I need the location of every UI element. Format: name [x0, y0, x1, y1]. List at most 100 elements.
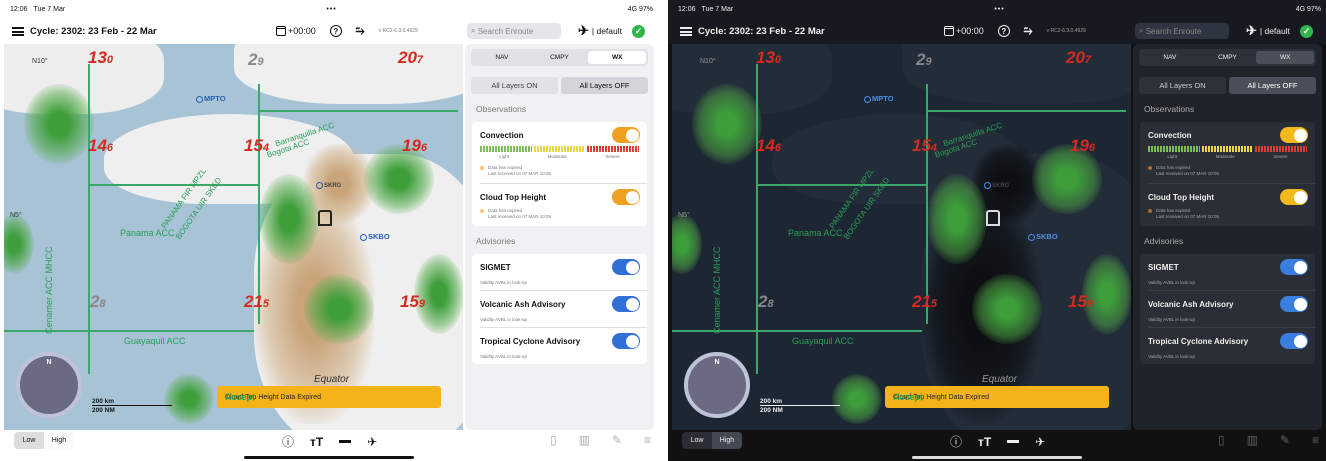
grid-mora-label: 29: [248, 50, 264, 69]
pen-icon[interactable]: ✎: [612, 433, 622, 447]
multitask-dots[interactable]: •••: [326, 6, 336, 13]
high-button[interactable]: High: [712, 432, 742, 449]
region-label: Cenamer ACC MHCC: [44, 246, 54, 334]
book-icon[interactable]: ▥: [1247, 433, 1258, 447]
airplane-mode-icon[interactable]: ✈: [1035, 435, 1045, 449]
compass-rose[interactable]: N: [684, 352, 750, 418]
convection-row: Convection Light Moderate Severe Data ha…: [1140, 122, 1315, 183]
home-indicator[interactable]: [244, 456, 414, 459]
enroute-map[interactable]: N10° N5° 130 29 207 146 154 196 28 215 1…: [672, 44, 1131, 430]
layers-icon[interactable]: ≡: [1312, 433, 1319, 447]
tab-cmpy[interactable]: CMPY: [531, 51, 589, 64]
grid-mora-label: 207: [1066, 48, 1092, 67]
airport-marker[interactable]: SKRG: [984, 182, 1009, 189]
wind-icon[interactable]: ⥲: [356, 25, 365, 38]
multitask-dots[interactable]: •••: [994, 6, 1004, 13]
time-offset-button[interactable]: +00:00: [944, 26, 984, 37]
observations-card: Convection Light Moderate Severe Data ha…: [1140, 122, 1315, 226]
airport-marker[interactable]: SKBO: [1028, 232, 1058, 241]
info-icon[interactable]: ⓘ: [282, 433, 294, 450]
tab-nav[interactable]: NAV: [473, 51, 531, 64]
grid-mora-label: 28: [758, 292, 774, 311]
info-icon[interactable]: ⓘ: [950, 433, 962, 450]
time-offset-button[interactable]: +00:00: [276, 26, 316, 37]
convection-legend: [1148, 146, 1308, 152]
expired-toast: Cloud Top Height Data Expired Accept: [885, 386, 1109, 408]
airplane-icon: ✈: [578, 23, 589, 38]
warning-dot-icon: [480, 166, 484, 170]
top-bar: Cycle: 2302: 23 Feb - 22 Mar +00:00 ? ⥲ …: [668, 18, 1326, 44]
book-icon[interactable]: ▥: [579, 433, 590, 447]
cycle-label[interactable]: Cycle: 2302: 23 Feb - 22 Mar: [30, 26, 157, 37]
profile-button[interactable]: ✈ | default: [578, 23, 622, 39]
help-icon[interactable]: ?: [329, 25, 342, 37]
pen-icon[interactable]: ✎: [1280, 433, 1290, 447]
profile-label: | default: [591, 26, 622, 36]
low-button[interactable]: Low: [14, 432, 44, 449]
grid-mora-label: 196: [1070, 136, 1096, 155]
low-high-switch: Low High: [14, 432, 74, 449]
tab-wx[interactable]: WX: [588, 51, 647, 64]
status-time: 12:06: [10, 5, 28, 13]
status-battery: 4G 97%: [627, 5, 653, 13]
status-bar: 12:06 Tue 7 Mar ••• 4G 97%: [0, 0, 663, 18]
text-size-icon[interactable]: ᴛT: [978, 435, 991, 449]
lat-label: N10°: [700, 58, 716, 65]
airport-marker[interactable]: SKRG: [316, 182, 341, 189]
airplane-mode-icon[interactable]: ✈: [367, 435, 377, 449]
wind-icon[interactable]: ⥲: [1024, 25, 1033, 38]
compass-rose[interactable]: N: [16, 352, 82, 418]
airport-marker[interactable]: SKBO: [360, 232, 390, 241]
sync-check-icon[interactable]: ✓: [1300, 24, 1313, 38]
profile-button[interactable]: ✈ | default: [1246, 23, 1290, 39]
cloud-top-toggle[interactable]: [612, 189, 640, 205]
menu-icon[interactable]: [680, 26, 692, 36]
all-layers-on-button[interactable]: All Layers ON: [1139, 77, 1226, 94]
legend-moderate: Moderate: [1215, 154, 1235, 159]
enroute-map[interactable]: N10° N5° 130 29 207 146 154 196 28 215 1…: [4, 44, 463, 430]
convection-toggle[interactable]: [1280, 127, 1308, 143]
all-layers-off-button[interactable]: All Layers OFF: [1229, 77, 1316, 94]
legend-severe: Severe: [1273, 154, 1288, 159]
all-layers-on-button[interactable]: All Layers ON: [471, 77, 558, 94]
layers-panel: NAV CMPY WX All Layers ON All Layers OFF…: [1133, 44, 1322, 430]
document-icon[interactable]: ▯: [550, 433, 557, 447]
high-button[interactable]: High: [44, 432, 74, 449]
grid-mora-label: 159: [400, 292, 426, 311]
top-bar: Cycle: 2302: 23 Feb - 22 Mar +00:00 ? ⥲ …: [0, 18, 663, 44]
search-input[interactable]: ⌕ Search Enroute: [1135, 23, 1229, 39]
map-scale: 200 km 200 NM: [92, 398, 172, 414]
layers-icon[interactable]: ≡: [644, 433, 651, 447]
help-icon[interactable]: ?: [997, 25, 1010, 37]
advisory-row-cyclone: Tropical Cyclone Advisory Validity AVBL …: [472, 328, 647, 364]
ruler-icon[interactable]: [339, 440, 352, 443]
search-input[interactable]: ⌕ Search Enroute: [467, 23, 561, 39]
airport-marker[interactable]: MPTO: [864, 94, 894, 103]
tab-wx[interactable]: WX: [1256, 51, 1315, 64]
top-tools: +00:00 ? ⥲ v RC2-6.3.0.4929: [276, 25, 418, 38]
accept-button[interactable]: Accept: [225, 392, 255, 402]
all-layers-off-button[interactable]: All Layers OFF: [561, 77, 648, 94]
screen-dark: 12:06 Tue 7 Mar ••• 4G 97% Cycle: 2302: …: [668, 0, 1326, 461]
home-indicator[interactable]: [912, 456, 1082, 459]
doc-tools: ▯ ▥ ✎ ≡: [1218, 433, 1319, 447]
advisory-row-volcanic: Volcanic Ash Advisory Validity AVBL in l…: [1140, 291, 1315, 327]
advisory-row-sigmet: SIGMET Validity AVBL in look-up: [1140, 254, 1315, 290]
sync-check-icon[interactable]: ✓: [632, 24, 645, 38]
text-size-icon[interactable]: ᴛT: [310, 435, 323, 449]
airport-marker[interactable]: MPTO: [196, 94, 226, 103]
cloud-top-row: Cloud Top Height Data has expired Last r…: [1140, 184, 1315, 226]
tab-nav[interactable]: NAV: [1141, 51, 1199, 64]
ruler-icon[interactable]: [1007, 440, 1020, 443]
document-icon[interactable]: ▯: [1218, 433, 1225, 447]
expired-toast: Cloud Top Height Data Expired Accept: [217, 386, 441, 408]
menu-icon[interactable]: [12, 26, 24, 36]
accept-button[interactable]: Accept: [893, 392, 923, 402]
tab-cmpy[interactable]: CMPY: [1199, 51, 1257, 64]
low-button[interactable]: Low: [682, 432, 712, 449]
convection-toggle[interactable]: [612, 127, 640, 143]
profile-label: | default: [1259, 26, 1290, 36]
advisory-row-sigmet: SIGMET Validity AVBL in look-up: [472, 254, 647, 290]
cycle-label[interactable]: Cycle: 2302: 23 Feb - 22 Mar: [698, 26, 825, 37]
cloud-top-toggle[interactable]: [1280, 189, 1308, 205]
